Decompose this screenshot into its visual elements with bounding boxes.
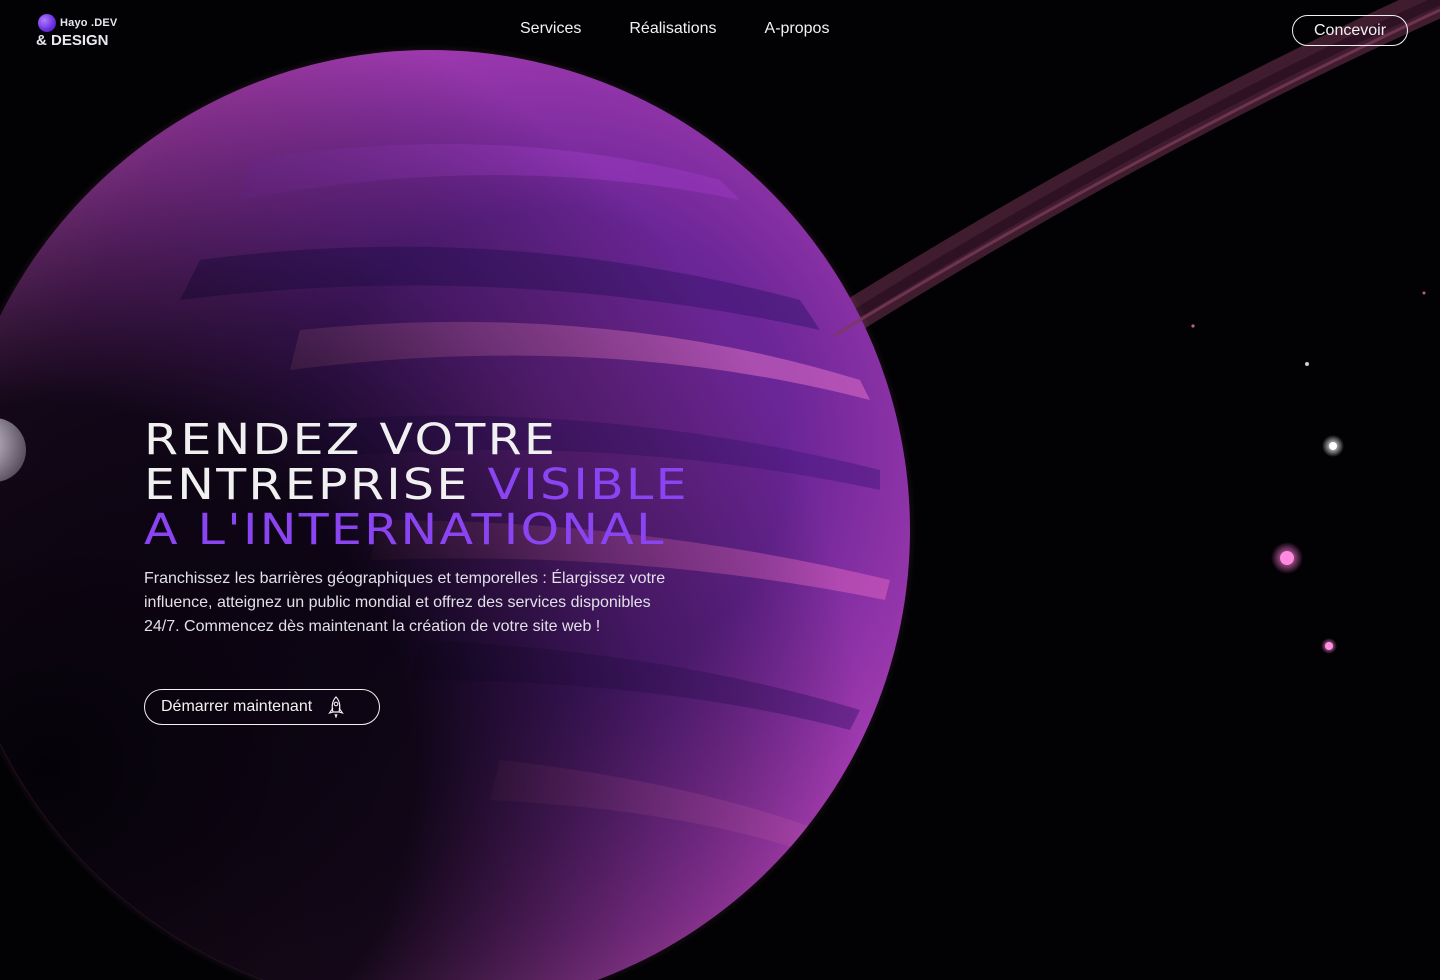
hero-title-line1: RENDEZ VOTRE [144,415,558,465]
hero-title-line3: A L'INTERNATIONAL [144,505,666,555]
hero-title-line2-white: ENTREPRISE [144,460,470,510]
nav-item-a-propos[interactable]: A-propos [765,20,830,38]
hero-section: RENDEZ VOTRE ENTREPRISE VISIBLE A L'INTE… [144,418,744,725]
start-now-label: Démarrer maintenant [161,698,313,715]
main-nav: Services Réalisations A-propos [520,20,829,38]
hero-title-line2-accent: VISIBLE [487,460,689,510]
concevoir-button[interactable]: Concevoir [1292,15,1408,46]
brand-name-line2: & DESIGN [36,32,109,49]
brand-logo[interactable]: Hayo .DEV & DESIGN [36,12,126,52]
hero-title: RENDEZ VOTRE ENTREPRISE VISIBLE A L'INTE… [144,418,828,553]
logo-planet-icon [38,14,56,32]
nav-item-realisations[interactable]: Réalisations [629,20,716,38]
brand-name-line1: Hayo .DEV [60,17,118,29]
nav-item-services[interactable]: Services [520,20,581,38]
start-now-button[interactable]: Démarrer maintenant [144,689,380,725]
rocket-icon [328,696,345,718]
hero-description: Franchissez les barrières géographiques … [144,570,666,635]
